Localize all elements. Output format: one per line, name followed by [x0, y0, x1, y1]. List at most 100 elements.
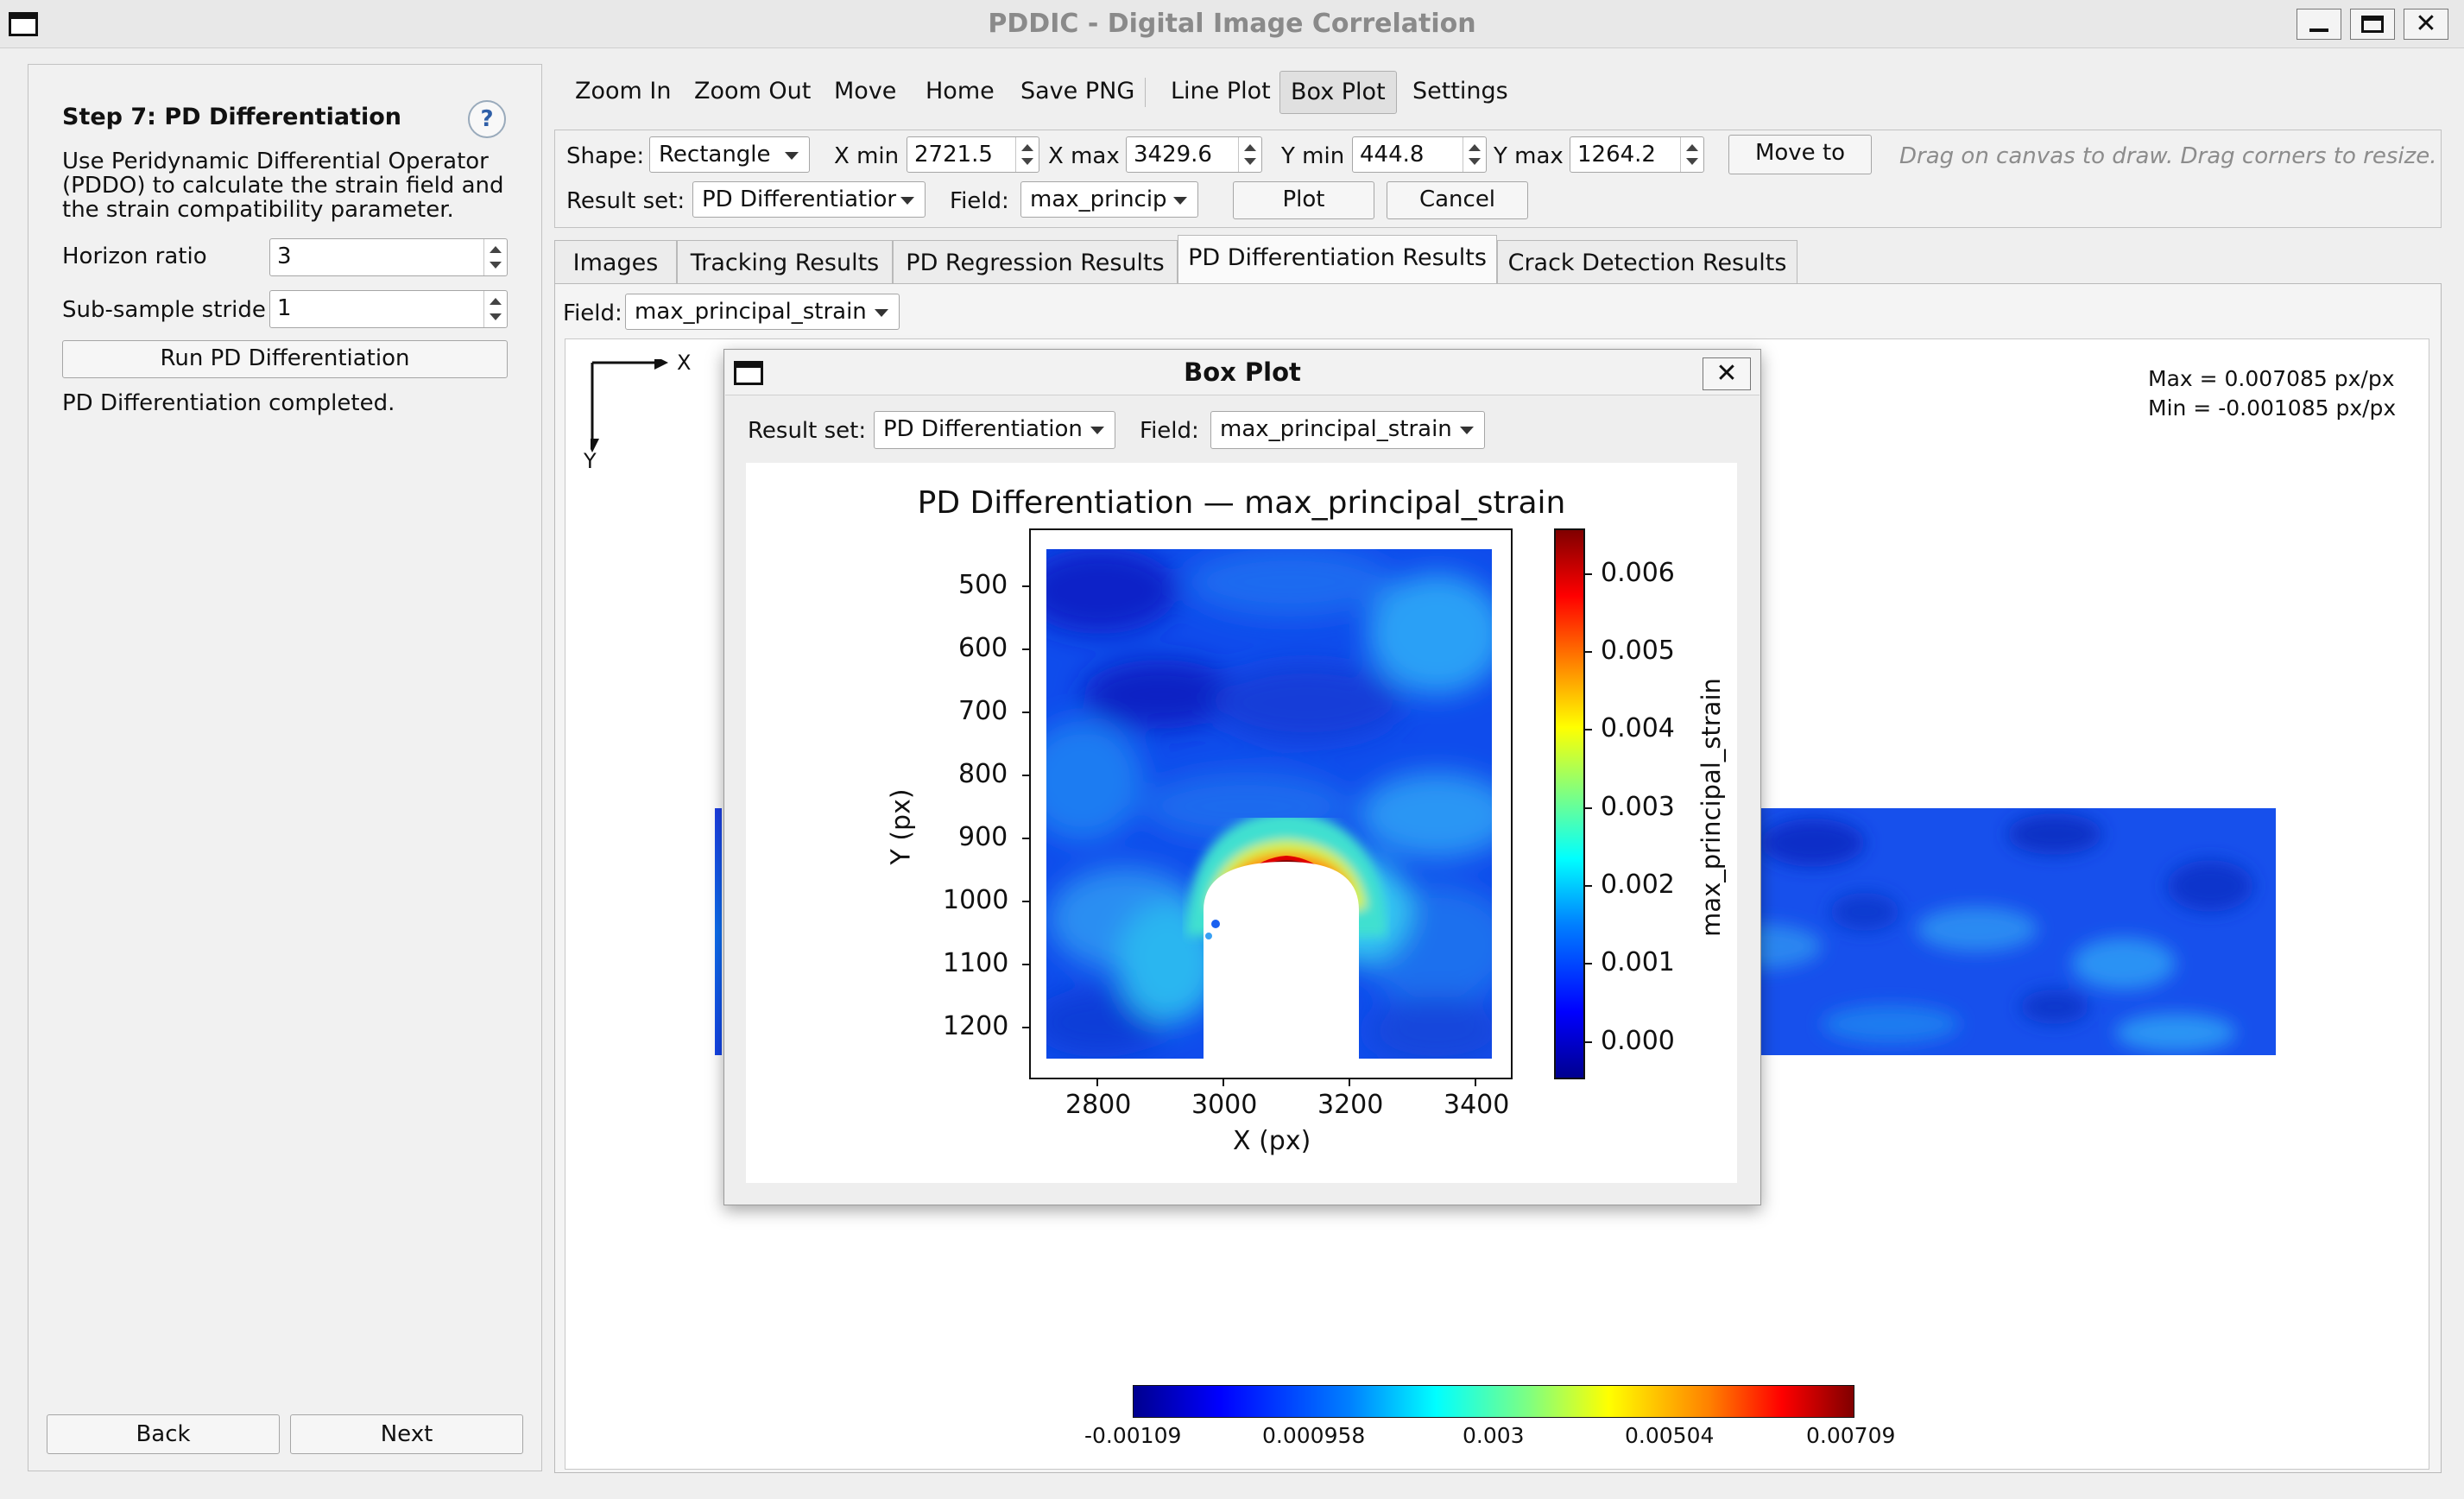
maximize-icon [2361, 16, 2384, 33]
spin-arrows-icon[interactable] [1680, 137, 1703, 172]
field-value: max_princip [1030, 187, 1167, 212]
settings-button[interactable]: Settings [1402, 71, 1519, 112]
plot-button[interactable]: Plot [1233, 181, 1374, 219]
x-axis-label: X (px) [1233, 1126, 1311, 1156]
y-tick-label: 600 [958, 633, 1008, 663]
horizon-ratio-spinbox[interactable]: 3 [269, 238, 508, 276]
y-min-label: Y min [1281, 143, 1345, 169]
box-plot-button[interactable]: Box Plot [1279, 71, 1397, 114]
viewer-field-value: max_principal_strain [635, 299, 867, 325]
close-icon: ✕ [1715, 358, 1738, 389]
field-dropdown[interactable]: max_princip [1020, 181, 1198, 218]
tab-crack-detection-results[interactable]: Crack Detection Results [1497, 240, 1797, 285]
y-tick-label: 1100 [943, 948, 1009, 978]
y-axis-label: Y (px) [886, 788, 917, 865]
tab-tracking-results[interactable]: Tracking Results [677, 240, 893, 285]
tab-pd-regression-results[interactable]: PD Regression Results [893, 240, 1178, 285]
min-value-text: Min = -0.001085 px/px [2148, 395, 2397, 421]
x-tick-label: 3400 [1444, 1090, 1510, 1120]
sub-sample-stride-value: 1 [277, 295, 292, 321]
colorbar-tick-label: 0.003 [1601, 792, 1675, 822]
result-set-label: Result set: [566, 188, 685, 214]
x-max-spinbox[interactable]: 3429.6 [1126, 136, 1262, 173]
tab-pd-differentiation-results[interactable]: PD Differentiation Results [1178, 235, 1497, 285]
step-description-line3: the strain compatibility parameter. [62, 197, 454, 223]
shape-value: Rectangle [659, 142, 771, 168]
chevron-down-icon [1460, 427, 1474, 434]
chevron-down-icon [900, 197, 914, 205]
window-titlebar: PDDIC - Digital Image Correlation ✕ [0, 0, 2464, 48]
result-set-dropdown[interactable]: PD Differentiatior [692, 181, 926, 218]
x-min-spinbox[interactable]: 2721.5 [907, 136, 1039, 173]
zoom-in-button[interactable]: Zoom In [565, 71, 682, 112]
y-tick-label: 1200 [943, 1011, 1009, 1041]
cancel-button[interactable]: Cancel [1387, 181, 1528, 219]
x-tick-mark [1349, 1079, 1350, 1086]
chevron-down-icon [875, 309, 888, 317]
y-tick-label: 1000 [943, 885, 1009, 915]
x-max-label: X max [1048, 143, 1120, 169]
chevron-down-icon [1173, 197, 1187, 205]
viewer-field-dropdown[interactable]: max_principal_strain [625, 294, 900, 330]
y-min-spinbox[interactable]: 444.8 [1352, 136, 1487, 173]
colorbar-tick-mark [1585, 807, 1592, 809]
dialog-result-set-label: Result set: [748, 418, 867, 444]
spin-arrows-icon[interactable] [483, 291, 507, 327]
zoom-out-button[interactable]: Zoom Out [684, 71, 821, 112]
shape-dropdown[interactable]: Rectangle [649, 136, 810, 173]
save-png-button[interactable]: Save PNG [1010, 71, 1145, 112]
x-tick-label: 3200 [1317, 1090, 1384, 1120]
colorbar-tick-label: 0.000 [1601, 1026, 1675, 1056]
toolbar-separator [1145, 78, 1146, 107]
y-max-label: Y max [1494, 143, 1564, 169]
viewer-colorbar-tick: 0.00709 [1806, 1423, 1896, 1448]
line-plot-button[interactable]: Line Plot [1160, 71, 1281, 112]
result-set-value: PD Differentiatior [702, 187, 897, 212]
colorbar-tick-label: 0.001 [1601, 947, 1675, 977]
run-pd-differentiation-button[interactable]: Run PD Differentiation [62, 340, 508, 378]
viewer-colorbar-tick: 0.00504 [1625, 1423, 1715, 1448]
colorbar-tick-mark [1585, 729, 1592, 731]
x-tick-mark [1475, 1079, 1476, 1086]
dialog-field-value: max_principal_strain [1220, 416, 1452, 442]
close-icon: ✕ [2415, 9, 2437, 39]
colorbar-tick-label: 0.006 [1601, 558, 1675, 588]
x-min-label: X min [834, 143, 900, 169]
home-button[interactable]: Home [915, 71, 1005, 112]
axis-arrows-icon [585, 356, 668, 452]
y-tick-mark [1022, 712, 1029, 713]
viewer-colorbar-tick: 0.003 [1463, 1423, 1525, 1448]
horizon-ratio-label: Horizon ratio [62, 244, 207, 269]
viewer-colorbar-tick: 0.000958 [1262, 1423, 1366, 1448]
maximize-button[interactable] [2350, 9, 2395, 40]
help-icon: ? [480, 106, 494, 132]
sub-sample-stride-spinbox[interactable]: 1 [269, 290, 508, 328]
shape-label: Shape: [566, 143, 645, 169]
minimize-button[interactable] [2297, 9, 2341, 40]
tab-images[interactable]: Images [554, 240, 677, 285]
next-button[interactable]: Next [290, 1414, 523, 1454]
move-to-button[interactable]: Move to [1728, 135, 1872, 174]
back-button[interactable]: Back [47, 1414, 280, 1454]
strain-field-left-strip [715, 808, 722, 1055]
spin-arrows-icon[interactable] [1015, 137, 1039, 172]
plot-axes[interactable] [1029, 528, 1513, 1079]
dialog-close-button[interactable]: ✕ [1703, 357, 1751, 390]
close-window-button[interactable]: ✕ [2404, 9, 2448, 40]
spin-arrows-icon[interactable] [1238, 137, 1261, 172]
y-tick-mark [1022, 838, 1029, 839]
move-button[interactable]: Move [824, 71, 907, 112]
y-max-value: 1264.2 [1577, 142, 1656, 168]
spin-arrows-icon[interactable] [483, 239, 507, 275]
dialog-field-dropdown[interactable]: max_principal_strain [1210, 411, 1485, 449]
x-min-value: 2721.5 [914, 142, 993, 168]
spin-arrows-icon[interactable] [1463, 137, 1486, 172]
help-button[interactable]: ? [468, 100, 506, 138]
sub-sample-stride-label: Sub-sample stride [62, 297, 266, 323]
max-value-text: Max = 0.007085 px/px [2148, 366, 2395, 391]
status-message: PD Differentiation completed. [62, 390, 395, 416]
dialog-result-set-dropdown[interactable]: PD Differentiation [874, 411, 1115, 449]
colorbar-tick-mark [1585, 651, 1592, 653]
y-max-spinbox[interactable]: 1264.2 [1570, 136, 1704, 173]
field-label: Field: [950, 188, 1009, 214]
